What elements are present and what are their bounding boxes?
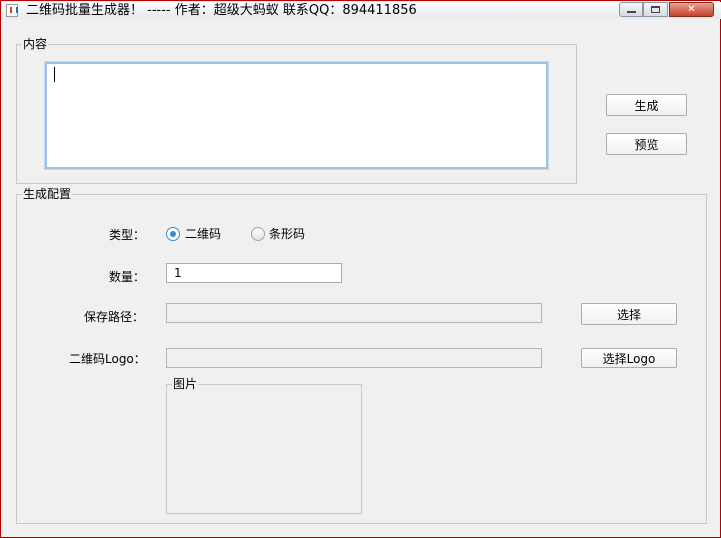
radio-barcode-label[interactable]: 条形码 (269, 227, 305, 241)
content-textarea[interactable] (44, 61, 549, 170)
count-label: 数量： (109, 270, 146, 284)
count-input[interactable]: 1 (166, 263, 342, 283)
window-title: 二维码批量生成器！ ----- 作者：超级大蚂蚁 联系QQ：894411856 (26, 3, 417, 18)
save-path-label: 保存路径： (84, 310, 145, 324)
choose-path-button[interactable]: 选择 (581, 303, 677, 325)
choose-logo-button[interactable]: 选择Logo (581, 348, 677, 368)
generate-button[interactable]: 生成 (606, 94, 687, 116)
config-group-title: 生成配置 (22, 187, 73, 201)
maximize-button[interactable] (643, 2, 668, 17)
maximize-icon (651, 6, 660, 13)
logo-label: 二维码Logo： (69, 352, 146, 366)
radio-qrcode-label[interactable]: 二维码 (185, 227, 221, 241)
preview-button[interactable]: 预览 (606, 133, 687, 155)
minimize-button[interactable] (619, 2, 643, 17)
content-group-title: 内容 (22, 37, 49, 51)
radio-barcode[interactable] (251, 227, 265, 241)
radio-qrcode[interactable] (166, 227, 180, 241)
logo-path-field (166, 348, 542, 368)
type-label: 类型： (109, 228, 146, 242)
save-path-field (166, 303, 542, 323)
java-app-icon (6, 4, 18, 17)
close-button[interactable]: ✕ (669, 2, 714, 17)
image-preview-group: 图片 (166, 377, 362, 514)
image-group-title: 图片 (172, 377, 199, 391)
close-icon: ✕ (687, 4, 696, 15)
minimize-icon (626, 11, 636, 13)
title-bar: 二维码批量生成器！ ----- 作者：超级大蚂蚁 联系QQ：894411856 … (2, 2, 721, 19)
text-caret (54, 67, 55, 82)
app-window: 二维码批量生成器！ ----- 作者：超级大蚂蚁 联系QQ：894411856 … (0, 0, 721, 538)
